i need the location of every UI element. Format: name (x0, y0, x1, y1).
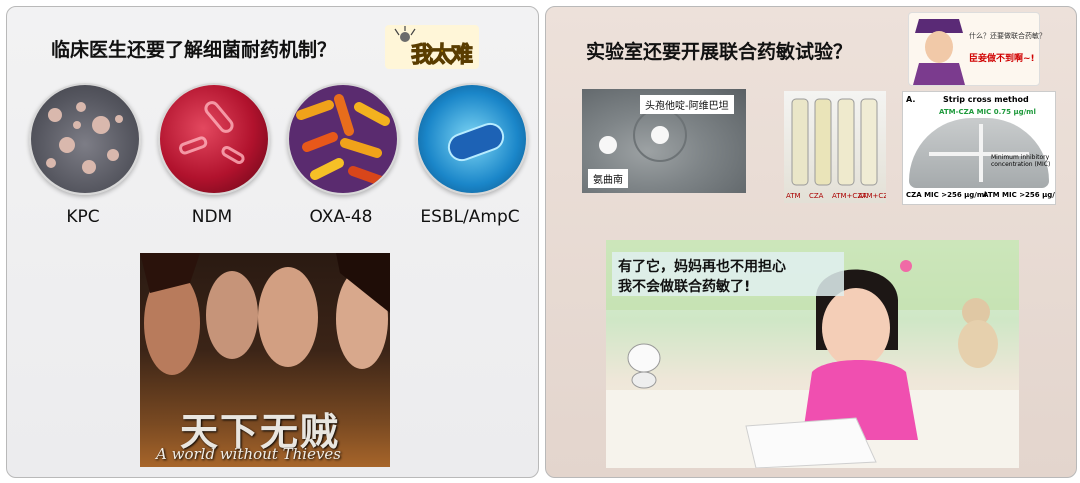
strip-left-mic: CZA MIC >256 μg/ml (906, 191, 987, 199)
left-panel-title: 临床医生还要了解细菌耐药机制？ (51, 39, 337, 61)
disk-diffusion-photo: 头孢他啶-阿维巴坦 氨曲南 (582, 89, 746, 193)
kpc-bacteria-image (29, 83, 141, 195)
right-panel-title: 实验室还要开展联合药敏试验？ (586, 41, 853, 63)
kpc-label: KPC (66, 207, 100, 227)
tube-label-2: CZA (809, 192, 824, 200)
meme-figure (913, 19, 965, 85)
oxa48-bacteria-image (287, 83, 399, 195)
sticker-text: 我太难 (410, 43, 473, 69)
ad-caption-box: 有了它，妈妈再也不用担心 我不会做联合药敏了! (612, 252, 844, 296)
esbl-ampc-bacteria-image (416, 83, 528, 195)
ad-line-2: 我不会做联合药敏了! (618, 279, 751, 295)
ndm-bacteria-image (158, 83, 270, 195)
movie-poster: 天下无贼 A world without Thieves (140, 253, 390, 467)
ad-line-1: 有了它，妈妈再也不用担心 (618, 259, 786, 275)
strip-right-mic: ATM MIC >256 μg/ml (983, 191, 1055, 199)
strip-panel-letter: A. (906, 95, 916, 104)
meme-answer: 臣妾做不到啊~! (969, 54, 1035, 64)
tube-label-4: ATM+CZA (858, 192, 886, 200)
ndm-label: NDM (191, 207, 233, 227)
strip-note: Minimum inhibitory concentration (MIC) (991, 154, 1051, 168)
tube-dilution-photo: ATM CZA ATM+CZA ATM+CZA (784, 91, 886, 203)
poster-title-en: A world without Thieves (156, 445, 342, 463)
strip-vertical (979, 124, 983, 182)
tube-label-1: ATM (786, 192, 801, 200)
strip-mic-line: ATM-CZA MIC 0.75 μg/ml (939, 108, 1036, 116)
disk-label-bottom: 氨曲南 (588, 169, 628, 188)
meme-question: 什么？还要做联合药敏？ (969, 32, 1046, 40)
left-panel: 临床医生还要了解细菌耐药机制？ 我太难 KPC NDM OXA-48 ESBL/… (6, 6, 539, 478)
strip-cross-photo: A. Strip cross method ATM-CZA MIC 0.75 μ… (902, 91, 1056, 205)
struggle-sticker: 我太难 (385, 25, 479, 69)
meme-image: 什么？还要做联合药敏？ 臣妾做不到啊~! (908, 12, 1046, 86)
ad-photo: 有了它，妈妈再也不用担心 我不会做联合药敏了! (606, 240, 1019, 468)
agar-plate (909, 118, 1049, 188)
esbl-ampc-label: ESBL/AmpC (420, 207, 520, 227)
oxa48-label: OXA-48 (309, 207, 373, 227)
strip-title: Strip cross method (943, 95, 1029, 104)
disk-label-top: 头孢他啶-阿维巴坦 (640, 95, 734, 114)
right-panel: 实验室还要开展联合药敏试验？ 什么？还要做联合药敏？ 臣妾做不到啊~! 头孢他啶… (545, 6, 1077, 478)
